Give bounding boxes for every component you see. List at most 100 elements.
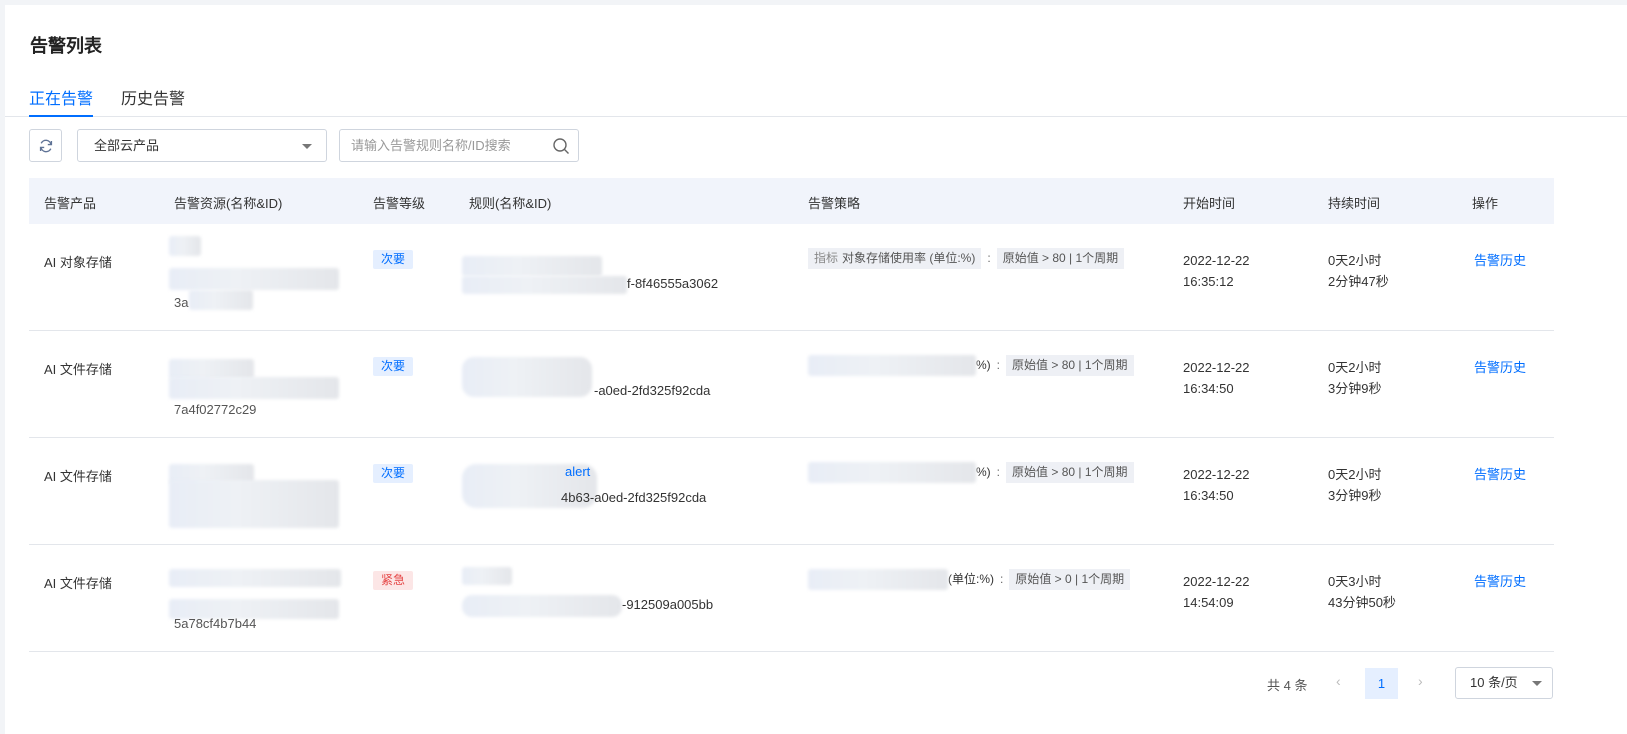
redacted-block bbox=[462, 357, 592, 397]
tab-active-alerts[interactable]: 正在告警 bbox=[29, 85, 94, 117]
page-number-button[interactable]: 1 bbox=[1365, 668, 1398, 699]
metric-separator: : bbox=[987, 251, 991, 265]
resource-id: 7a4f02772c29 bbox=[174, 402, 257, 417]
policy-cell: (单位:%): 原始值 > 0 | 1个周期 bbox=[808, 569, 1131, 590]
table-header: 告警产品 告警资源(名称&ID) 告警等级 规则(名称&ID) 告警策略 开始时… bbox=[29, 178, 1554, 224]
column-header: 开始时间 bbox=[1183, 196, 1236, 211]
duration-cell: 0天2小时 3分钟9秒 bbox=[1328, 464, 1381, 506]
metric-name: 对象存储使用率 (单位:%) bbox=[842, 251, 976, 265]
column-header: 告警策略 bbox=[808, 196, 861, 211]
duration-cell: 0天3小时 43分钟50秒 bbox=[1328, 571, 1396, 613]
column-header: 告警等级 bbox=[373, 196, 426, 211]
search-input[interactable] bbox=[340, 130, 540, 161]
condition-tag: 原始值 > 80 | 1个周期 bbox=[996, 248, 1125, 269]
pagination: 共 4 条 ‹ 1 › 10 条/页 bbox=[5, 665, 1627, 699]
start-time: 16:34:50 bbox=[1183, 488, 1234, 503]
duration-cell: 0天2小时 3分钟9秒 bbox=[1328, 357, 1381, 399]
duration-line: 3分钟9秒 bbox=[1328, 381, 1382, 396]
rule-id: -912509a005bb bbox=[622, 597, 714, 612]
start-time-cell: 2022-12-22 14:54:09 bbox=[1183, 571, 1250, 613]
alert-history-link[interactable]: 告警历史 bbox=[1474, 250, 1526, 269]
product-cell: AI 文件存储 bbox=[44, 469, 112, 484]
duration-cell: 0天2小时 2分钟47秒 bbox=[1328, 250, 1389, 292]
product-cell: AI 文件存储 bbox=[44, 362, 112, 377]
condition-tag: 原始值 > 80 | 1个周期 bbox=[1006, 355, 1134, 376]
product-cell: AI 对象存储 bbox=[44, 255, 112, 270]
redacted-block bbox=[169, 268, 339, 290]
duration-line: 0天2小时 bbox=[1328, 467, 1382, 482]
rule-id: -a0ed-2fd325f92cda bbox=[594, 383, 711, 398]
column-header: 持续时间 bbox=[1328, 196, 1381, 211]
search-box bbox=[339, 129, 579, 162]
start-date: 2022-12-22 bbox=[1183, 574, 1250, 589]
table-row: AI 对象存储 3a 次要 f-8f46555a3062 指标 对象存储使用率 (… bbox=[29, 224, 1554, 331]
start-time: 16:34:50 bbox=[1183, 381, 1234, 396]
metric-separator: : bbox=[1000, 572, 1004, 586]
condition-tag: 原始值 > 80 | 1个周期 bbox=[1006, 462, 1134, 483]
prev-page-icon[interactable]: ‹ bbox=[1336, 673, 1341, 689]
redacted-block bbox=[462, 256, 602, 276]
metric-name: %) bbox=[976, 358, 991, 372]
condition-tag: 原始值 > 0 | 1个周期 bbox=[1009, 569, 1131, 590]
start-date: 2022-12-22 bbox=[1183, 253, 1250, 268]
redacted-block bbox=[808, 462, 976, 483]
search-icon[interactable] bbox=[552, 137, 570, 155]
page-size-select[interactable]: 10 条/页 bbox=[1455, 667, 1553, 699]
redacted-block bbox=[189, 290, 253, 310]
metric-name: (单位:%) bbox=[948, 572, 994, 586]
level-badge: 次要 bbox=[373, 250, 414, 269]
alert-table: 告警产品 告警资源(名称&ID) 告警等级 规则(名称&ID) 告警策略 开始时… bbox=[29, 178, 1554, 652]
redacted-block bbox=[808, 355, 976, 376]
refresh-icon bbox=[39, 139, 52, 152]
tab-bar: 正在告警 历史告警 bbox=[5, 75, 1627, 117]
page-size-value: 10 条/页 bbox=[1470, 675, 1518, 690]
metric-key: 指标 bbox=[814, 251, 839, 265]
policy-cell: %): 原始值 > 80 | 1个周期 bbox=[808, 355, 1134, 376]
alert-history-link[interactable]: 告警历史 bbox=[1474, 357, 1526, 376]
redacted-block bbox=[462, 595, 622, 617]
duration-line: 0天2小时 bbox=[1328, 253, 1382, 268]
table-row: AI 文件存储 7a4f02772c29 次要 -a0ed-2fd325f92c… bbox=[29, 331, 1554, 438]
metric-separator: : bbox=[996, 358, 1001, 372]
start-time-cell: 2022-12-22 16:34:50 bbox=[1183, 357, 1250, 399]
column-header: 规则(名称&ID) bbox=[469, 196, 552, 211]
alert-history-link[interactable]: 告警历史 bbox=[1474, 571, 1526, 590]
duration-line: 2分钟47秒 bbox=[1328, 274, 1389, 289]
start-date: 2022-12-22 bbox=[1183, 467, 1250, 482]
refresh-button[interactable] bbox=[29, 129, 62, 162]
redacted-block bbox=[462, 276, 627, 294]
level-badge: 紧急 bbox=[373, 571, 414, 590]
metric-tag: 指标 对象存储使用率 (单位:%) bbox=[808, 248, 982, 269]
metric-separator: : bbox=[996, 465, 1001, 479]
table-row: AI 文件存储 5a78cf4b7b44 紧急 -912509a005bb (单… bbox=[29, 545, 1554, 652]
resource-id: 3a bbox=[174, 295, 189, 310]
redacted-block bbox=[169, 377, 339, 399]
table-row: AI 文件存储 次要 alert 4b63-a0ed-2fd325f92cda … bbox=[29, 438, 1554, 545]
start-date: 2022-12-22 bbox=[1183, 360, 1250, 375]
redacted-block bbox=[169, 480, 339, 528]
redacted-block bbox=[169, 569, 341, 587]
chevron-down-icon bbox=[1532, 681, 1542, 686]
resource-id: 5a78cf4b7b44 bbox=[174, 616, 257, 631]
rule-id: f-8f46555a3062 bbox=[627, 276, 719, 291]
next-page-icon[interactable]: › bbox=[1418, 673, 1423, 689]
column-header: 操作 bbox=[1472, 196, 1499, 211]
level-badge: 次要 bbox=[373, 357, 414, 376]
duration-line: 0天2小时 bbox=[1328, 360, 1382, 375]
product-select[interactable]: 全部云产品 bbox=[77, 129, 327, 162]
start-time-cell: 2022-12-22 16:35:12 bbox=[1183, 250, 1250, 292]
level-badge: 次要 bbox=[373, 464, 414, 483]
rule-link[interactable]: alert bbox=[565, 464, 590, 479]
alert-history-link[interactable]: 告警历史 bbox=[1474, 464, 1526, 483]
column-header: 告警产品 bbox=[44, 196, 97, 211]
start-time-cell: 2022-12-22 16:34:50 bbox=[1183, 464, 1250, 506]
redacted-block bbox=[169, 359, 254, 379]
rule-id: 4b63-a0ed-2fd325f92cda bbox=[561, 490, 707, 505]
chevron-down-icon bbox=[302, 144, 312, 149]
metric-name: %) bbox=[976, 465, 991, 479]
product-select-value: 全部云产品 bbox=[94, 138, 160, 153]
redacted-block bbox=[462, 567, 512, 585]
policy-cell: 指标 对象存储使用率 (单位:%): 原始值 > 80 | 1个周期 bbox=[808, 248, 1125, 269]
policy-cell: %): 原始值 > 80 | 1个周期 bbox=[808, 462, 1134, 483]
tab-history-alerts[interactable]: 历史告警 bbox=[121, 85, 185, 109]
